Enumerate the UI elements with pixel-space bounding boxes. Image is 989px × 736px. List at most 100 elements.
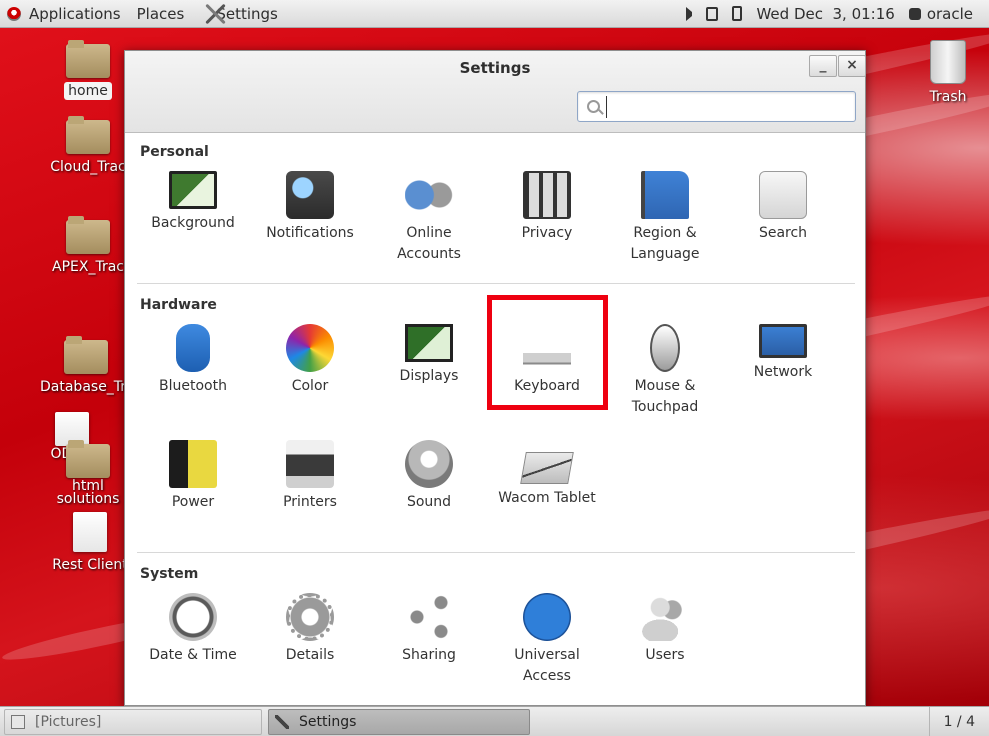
settings-item-displays[interactable]: Displays	[370, 324, 488, 387]
settings-item-printers[interactable]: Printers	[251, 440, 369, 513]
settings-item-background[interactable]: Background	[134, 171, 252, 234]
clock[interactable]: Wed Dec 3, 01:16	[756, 5, 894, 23]
desktop-icon-label: APEX_Trac	[52, 259, 124, 275]
region-flag-icon	[641, 171, 689, 219]
gear-icon	[286, 593, 334, 641]
settings-item-power[interactable]: Power	[134, 440, 252, 513]
top-panel: Applications Places Settings Wed Dec 3, …	[0, 0, 989, 28]
item-label: Notifications	[266, 225, 354, 241]
background-icon	[169, 171, 217, 209]
window-titlebar: Settings _ ×	[125, 51, 866, 133]
settings-item-mouse-touchpad[interactable]: Mouse & Touchpad	[606, 324, 724, 418]
settings-item-wacom-tablet[interactable]: Wacom Tablet	[488, 440, 606, 509]
settings-tools-icon	[204, 3, 226, 25]
printer-icon	[286, 440, 334, 488]
close-button[interactable]: ×	[838, 55, 866, 77]
places-menu[interactable]: Places	[129, 5, 193, 23]
power-battery-icon	[169, 440, 217, 488]
taskbar-label: [Pictures]	[35, 713, 102, 730]
search-input[interactable]	[606, 95, 846, 118]
desktop-icon-label: Trash	[929, 89, 967, 105]
clipboard-icon[interactable]	[732, 6, 743, 21]
taskbar-label: Settings	[299, 713, 357, 730]
item-label: Sharing	[402, 647, 456, 663]
settings-item-search[interactable]: Search	[724, 171, 842, 244]
system-tray: Wed Dec 3, 01:16 oracle	[686, 0, 989, 27]
sound-icon	[405, 440, 453, 488]
desktop-icon-trash[interactable]: Trash	[918, 40, 978, 106]
item-label: Date & Time	[149, 647, 237, 663]
search-box[interactable]	[577, 91, 856, 122]
settings-item-sharing[interactable]: Sharing	[370, 593, 488, 666]
network-settings-icon	[759, 324, 807, 358]
taskbar-item-pictures[interactable]: [Pictures]	[4, 708, 262, 735]
users-icon	[641, 593, 689, 641]
settings-window: Settings _ × Personal Background Notific…	[124, 50, 866, 706]
desktop-icon-database-tra[interactable]: Database_Tra	[36, 336, 136, 396]
trash-icon	[930, 40, 966, 84]
minimize-button[interactable]: _	[809, 55, 837, 77]
accessibility-icon	[523, 593, 571, 641]
item-label: Network	[753, 364, 813, 380]
settings-item-date-time[interactable]: Date & Time	[134, 593, 252, 666]
workspace-switcher[interactable]: 1 / 4	[928, 707, 989, 736]
desktop-icon-apex-trac[interactable]: APEX_Trac	[44, 216, 132, 276]
settings-item-bluetooth[interactable]: Bluetooth	[134, 324, 252, 397]
clock-icon	[169, 593, 217, 641]
item-label: Background	[151, 215, 235, 231]
applications-menu[interactable]: Applications	[21, 5, 129, 23]
item-label: Power	[171, 494, 215, 510]
desktop-icon-label: solutions	[56, 491, 120, 507]
applications-icon	[7, 6, 21, 21]
section-title-system: System	[140, 566, 199, 582]
privacy-icon	[523, 171, 571, 219]
desktop-icon-home[interactable]: home	[56, 40, 120, 100]
desktop-icon-cloud-trac[interactable]: Cloud_Trac	[44, 116, 132, 176]
settings-item-network[interactable]: Network	[724, 324, 842, 383]
settings-item-region-language[interactable]: Region & Language	[606, 171, 724, 265]
item-label: Online Accounts	[397, 225, 461, 262]
item-label: Universal Access	[514, 647, 580, 684]
home-folder-icon	[66, 40, 110, 78]
desktop-icon-label: Rest Client	[52, 557, 128, 573]
folder-icon	[66, 116, 110, 154]
item-label: Displays	[399, 368, 459, 384]
tablet-pen-icon	[520, 452, 574, 484]
bluetooth-icon	[176, 324, 210, 372]
online-accounts-icon	[405, 171, 453, 219]
settings-tools-icon	[275, 714, 289, 729]
item-label: Users	[645, 647, 685, 663]
settings-item-online-accounts[interactable]: Online Accounts	[370, 171, 488, 265]
bottom-panel: [Pictures] Settings 1 / 4	[0, 706, 989, 736]
search-icon	[587, 100, 600, 113]
item-label: Search	[758, 225, 808, 241]
item-label: Region & Language	[630, 225, 700, 262]
settings-item-universal-access[interactable]: Universal Access	[488, 593, 606, 687]
user-name: oracle	[926, 4, 973, 23]
folder-icon	[66, 216, 110, 254]
share-icon	[405, 593, 453, 641]
top-menu: Applications Places Settings	[0, 0, 286, 27]
settings-item-users[interactable]: Users	[606, 593, 724, 666]
desktop-icon-rest-client[interactable]: Rest Client	[44, 512, 136, 574]
taskbar-item-settings[interactable]: Settings	[268, 708, 530, 735]
notifications-icon	[286, 171, 334, 219]
network-icon[interactable]	[706, 6, 719, 21]
item-label: Details	[285, 647, 335, 663]
settings-item-notifications[interactable]: Notifications	[251, 171, 369, 244]
volume-icon[interactable]	[686, 6, 693, 21]
desktop-icon-solutions[interactable]: solutions	[52, 486, 124, 508]
user-menu[interactable]: oracle	[908, 4, 973, 23]
section-divider	[137, 552, 855, 553]
item-label: Wacom Tablet	[498, 490, 596, 506]
settings-item-privacy[interactable]: Privacy	[488, 171, 606, 244]
user-icon	[908, 7, 921, 20]
search-settings-icon	[759, 171, 807, 219]
settings-item-details[interactable]: Details	[251, 593, 369, 666]
settings-item-sound[interactable]: Sound	[370, 440, 488, 513]
settings-item-color[interactable]: Color	[251, 324, 369, 397]
item-label: Bluetooth	[159, 378, 227, 394]
desktop-icon-label: home	[64, 82, 112, 100]
document-icon	[73, 512, 107, 552]
item-label: Color	[291, 378, 329, 394]
